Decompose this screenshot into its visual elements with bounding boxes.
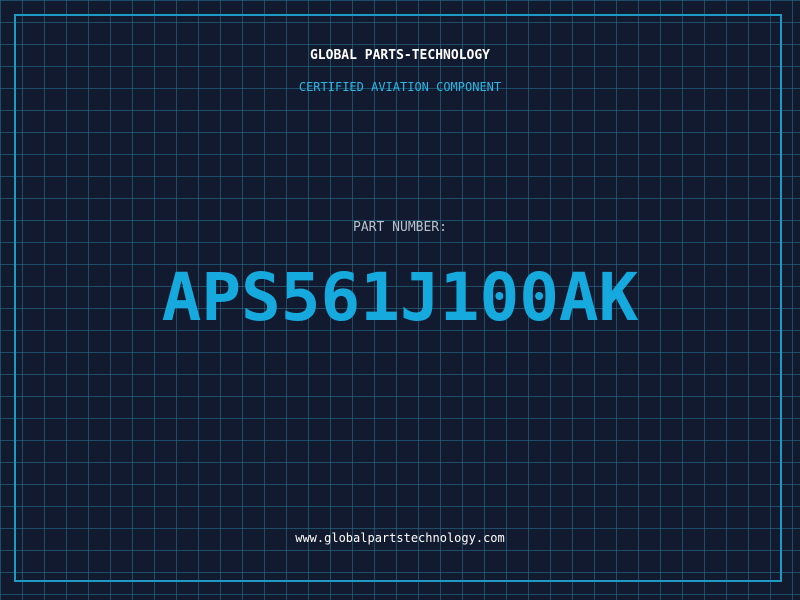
website-url: www.globalpartstechnology.com	[295, 531, 505, 545]
company-name: GLOBAL PARTS-TECHNOLOGY	[309, 48, 490, 63]
certification-subtitle: CERTIFIED AVIATION COMPONENT	[298, 80, 502, 94]
part-number-value: APS561J100AK	[161, 259, 639, 336]
part-number-label: PART NUMBER:	[353, 220, 447, 235]
